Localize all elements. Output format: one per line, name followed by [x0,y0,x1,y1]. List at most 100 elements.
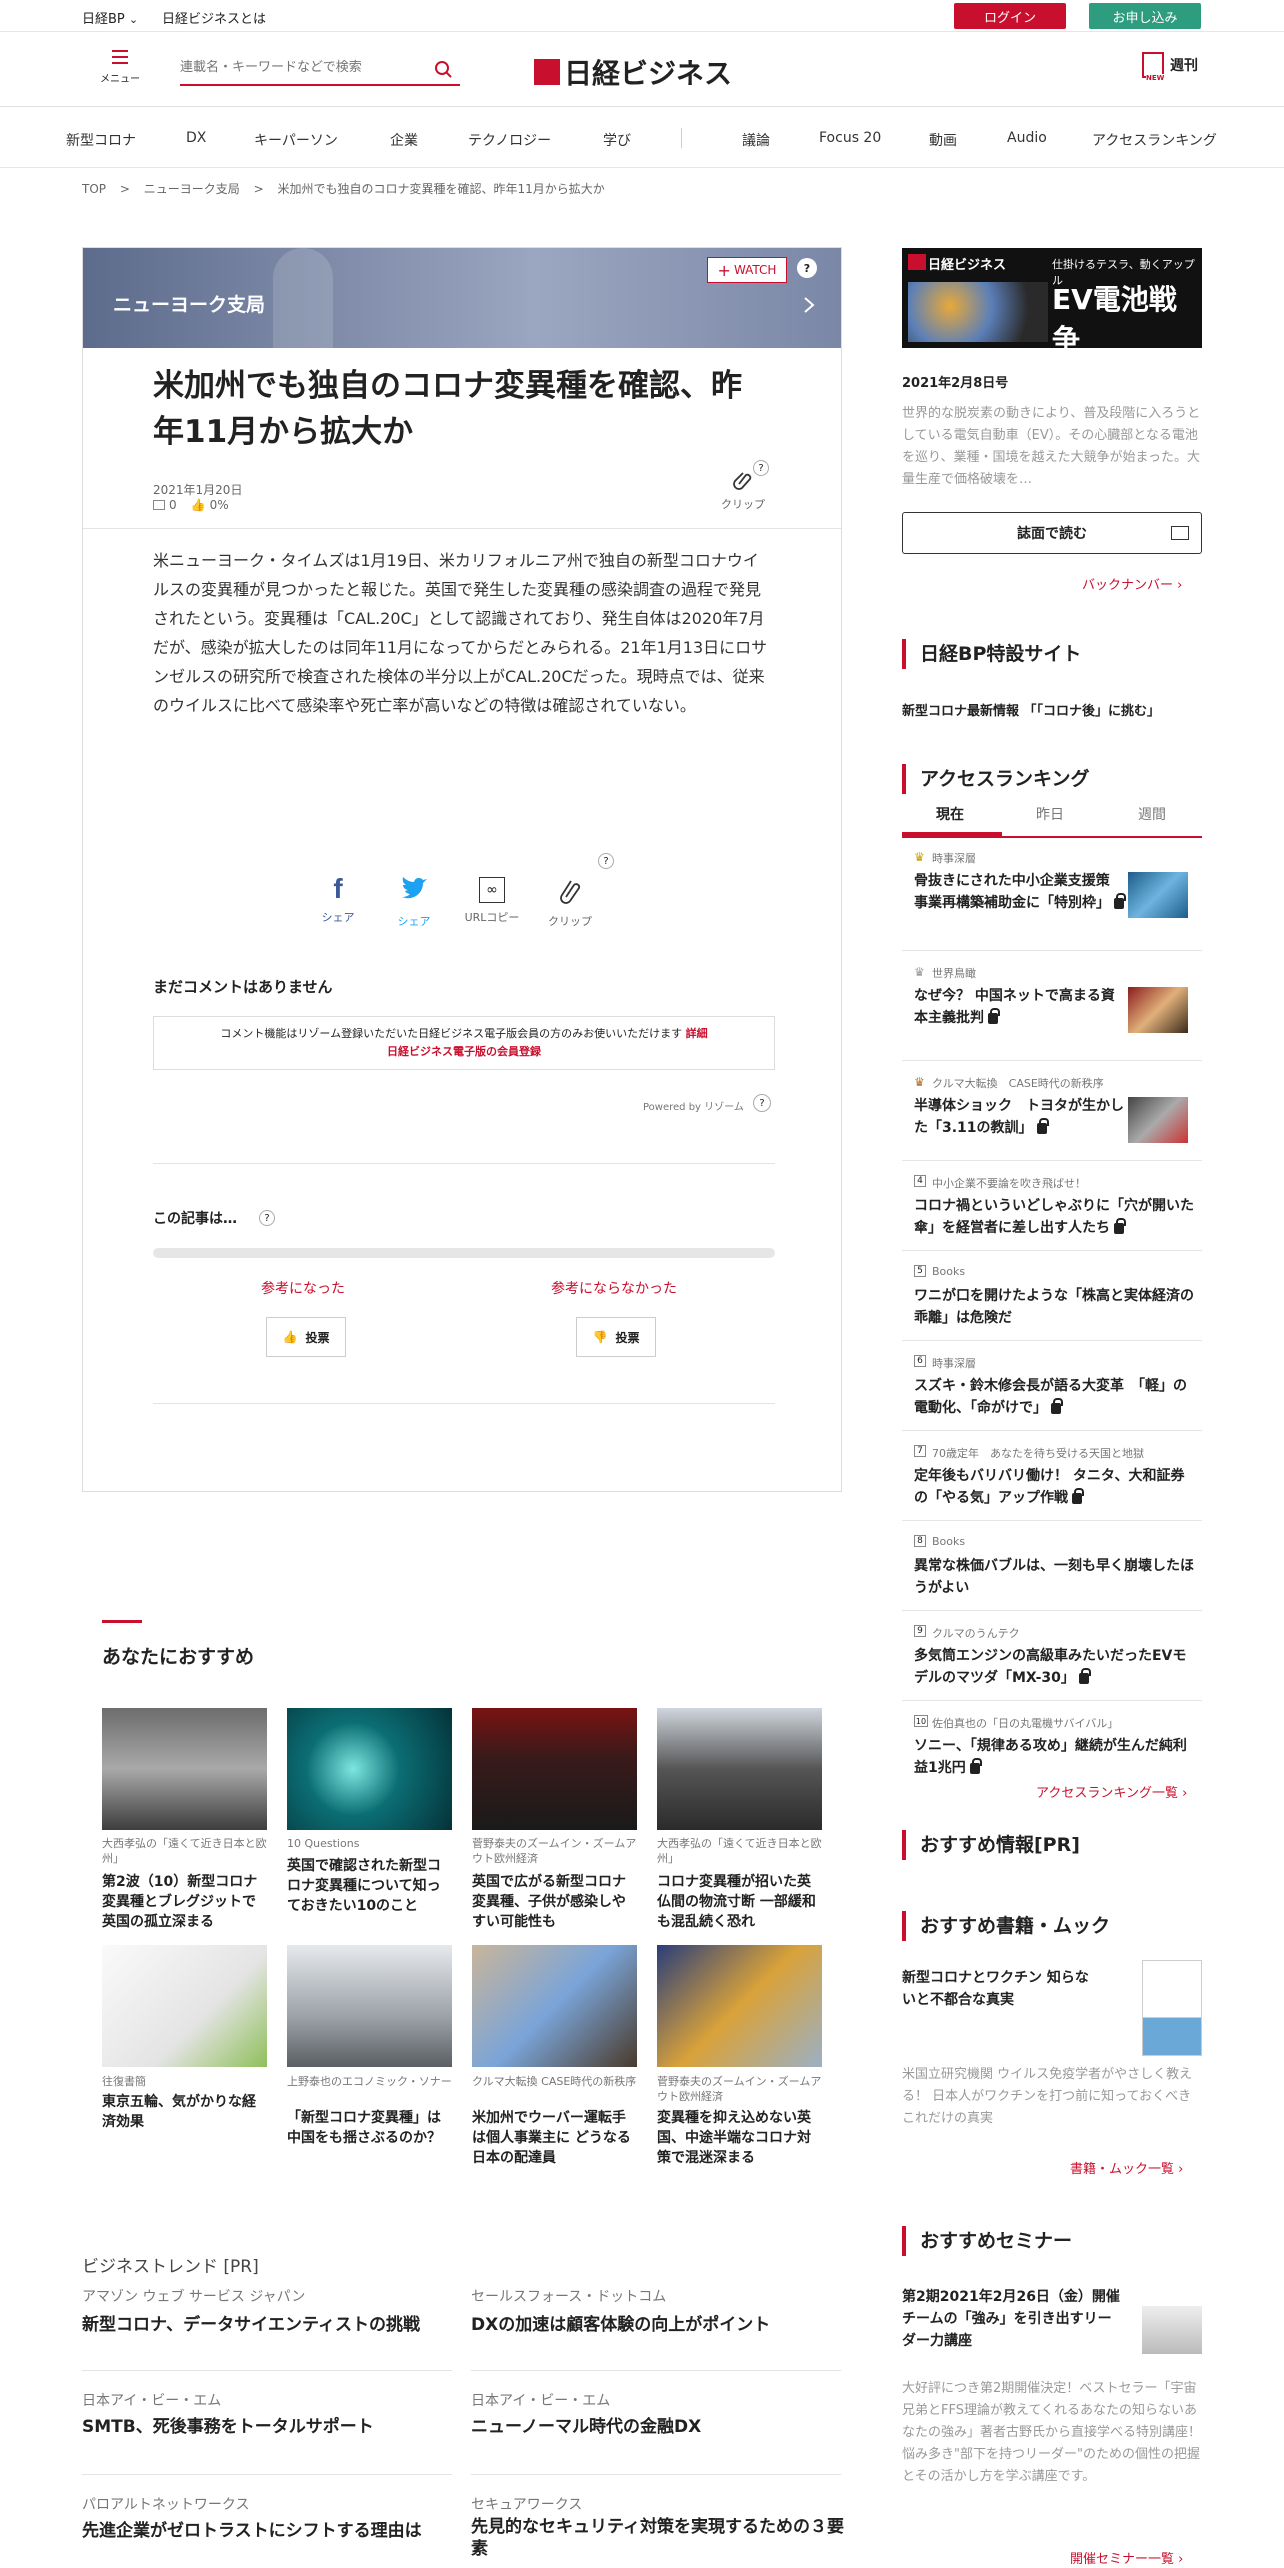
nav-item-debate[interactable]: 議論 [742,130,770,150]
site-logo[interactable]: 日経ビジネス [534,52,732,92]
trend-title[interactable]: 先見的なセキュリティ対策を実現するための３要素 [471,2516,851,2560]
breadcrumb-section[interactable]: ニューヨーク支局 [144,182,240,196]
nav-item-ranking[interactable]: アクセスランキング [1092,130,1217,150]
lock-icon [969,1757,982,1774]
detail-link[interactable]: 詳細 [686,1027,708,1040]
trend-title[interactable]: DXの加速は顧客体験の向上がポイント [471,2310,770,2335]
powered-help-icon[interactable]: ? [753,1094,771,1112]
recommend-image[interactable] [287,1708,452,1830]
recommend-title[interactable]: 第2波（10）新型コロナ変異種とブレグジットで英国の孤立深まる [102,1872,267,1932]
twitter-share[interactable]: シェア [379,873,449,929]
watch-help-icon[interactable]: ? [797,258,817,278]
special-site-link[interactable]: 新型コロナ最新情報 「「コロナ後」に挑む」 [902,700,1160,719]
chevron-right-icon: › [1178,2162,1184,2177]
vote-helpful-button[interactable]: 👍 投票 [266,1317,346,1357]
share-help-icon[interactable]: ? [598,853,614,869]
tab-weekly[interactable]: 週間 [1138,804,1166,824]
recommend-image[interactable] [287,1945,452,2067]
trend-title[interactable]: SMTB、死後事務をトータルサポート [82,2412,374,2437]
section-banner[interactable]: ニューヨーク支局 + WATCH ? [83,248,841,348]
ranking-item[interactable]: ♛ 時事深層 骨抜きにされた中小企業支援策 事業再構築補助金に「特別枠」 [902,846,1202,951]
nav-item-company[interactable]: 企業 [390,130,418,150]
recommend-title[interactable]: 米加州でウーバー運転手は個人事業主に どうなる日本の配達員 [472,2108,637,2168]
recommend-image[interactable] [102,1945,267,2067]
no-comments-heading: まだコメントはありません [153,978,333,996]
tab-yesterday[interactable]: 昨日 [1036,804,1064,824]
clip-help-icon[interactable]: ? [753,460,769,476]
recommend-title[interactable]: 英国で確認された新型コロナ変異種について知っておきたい10のこと [287,1856,452,1916]
backnumber-link[interactable]: バックナンバー › [1082,574,1182,593]
ranking-thumbnail [1128,872,1188,918]
vote-not-helpful-button[interactable]: 👎 投票 [576,1317,656,1357]
ad-logo: 日経ビジネス [928,258,1007,273]
recommend-image[interactable] [657,1945,822,2067]
chevron-right-icon[interactable] [803,296,815,314]
nav-item-focus20[interactable]: Focus 20 [819,130,881,146]
nav-item-keyperson[interactable]: キーパーソン [254,130,338,150]
menu-button[interactable]: メニュー [100,48,140,88]
recommend-title[interactable]: 東京五輪、気がかりな経済効果 [102,2092,267,2132]
breadcrumb-top[interactable]: TOP [82,182,106,196]
clip-button[interactable]: クリップ [713,470,773,512]
url-copy-button[interactable]: ∞ URLコピー [457,873,527,925]
trend-sponsor: 日本アイ・ビー・エム [471,2393,611,2409]
seminar-more-link[interactable]: 開催セミナー一覧 › [1070,2548,1183,2567]
nav-item-dx[interactable]: DX [186,130,206,146]
survey-help-icon[interactable]: ? [259,1210,275,1226]
tab-now[interactable]: 現在 [936,804,970,824]
search-input[interactable] [180,52,420,82]
book-title[interactable]: 新型コロナとワクチン 知らないと不都合な真実 [902,1967,1102,2011]
recommend-title[interactable]: コロナ変異種が招いた英仏間の物流寸断 一部緩和も混乱続く恐れ [657,1872,822,1932]
recommend-title[interactable]: 「新型コロナ変異種」は中国をも揺さぶるのか？ [287,2108,452,2148]
magazine-ad[interactable]: 日経ビジネス 仕掛けるテスラ、動くアップル EV電池戦争 [902,248,1202,356]
recommend-image[interactable] [472,1708,637,1830]
nav-item-video[interactable]: 動画 [929,130,957,150]
nav-item-corona[interactable]: 新型コロナ [66,130,136,150]
recommend-image[interactable] [102,1708,267,1830]
read-issue-button[interactable]: 誌面で読む [902,512,1202,554]
recommend-title[interactable]: 変異種を抑え込めない英国、中途半端なコロナ対策で混迷深まる [657,2108,822,2168]
ranking-item[interactable]: 6 時事深層 スズキ・鈴木修会長が語る大変革 「軽」の電動化、「命がけで」 [902,1341,1202,1431]
about-link[interactable]: 日経ビジネスとは [162,8,266,27]
recommend-title[interactable]: 英国で広がる新型コロナ変異種、子供が感染しやすい可能性も [472,1872,637,1932]
ranking-item[interactable]: 9 クルマのうんテク 多気筒エンジンの高級車みたいだったEVモデルのマツダ「MX… [902,1611,1202,1701]
trend-title[interactable]: 先進企業がゼロトラストにシフトする理由は [82,2516,422,2541]
trend-title[interactable]: 新型コロナ、データサイエンティストの挑戦 [82,2310,420,2335]
trend-heading: ビジネストレンド [PR] [82,2257,259,2277]
recommend-image[interactable] [472,1945,637,2067]
apply-button[interactable]: お申し込み [1089,3,1201,29]
trend-sponsor: セールスフォース・ドットコム [471,2289,667,2305]
ranking-item[interactable]: 10 佐伯真也の「日の丸電機サバイバル」 ソニー、「規律ある攻め」継続が生んだ純… [902,1701,1202,1786]
seminar-title[interactable]: 第2期2021年2月26日（金）開催 チームの「強み」を引き出すリーダー力講座 [902,2286,1122,2352]
register-link[interactable]: 日経ビジネス電子版の会員登録 [387,1045,541,1058]
rank-number: 7 [914,1445,926,1457]
ranking-item[interactable]: 5 Books ワニが口を開けたような「株高と実体経済の乖離」は危険だ [902,1251,1202,1341]
search-box[interactable] [180,52,460,86]
rank-number: 4 [914,1175,926,1187]
ranking-item[interactable]: 8 Books 異常な株価バブルは、一刻も早く崩壊したほうがよい [902,1521,1202,1611]
lock-icon [1051,1397,1063,1414]
ranking-item[interactable]: ♛ 世界鳥瞰 なぜ今？ 中国ネットで高まる資本主義批判 [902,951,1202,1061]
nav-item-learn[interactable]: 学び [603,130,631,150]
nav-item-technology[interactable]: テクノロジー [468,130,551,150]
ranking-item[interactable]: ♛ クルマ大転換 CASE時代の新秩序 半導体ショック トヨタが生かした「3.1… [902,1061,1202,1161]
watch-button[interactable]: + WATCH [707,257,787,283]
pr-heading: おすすめ情報[PR] [902,1830,1202,1860]
share-clip-button[interactable]: クリップ [535,873,605,929]
recommend-category: 大西孝弘の「遠くて近き日本と欧州」 [102,1837,267,1865]
recommend-category: クルマ大転換 CASE時代の新秩序 [472,2075,637,2088]
ranking-item[interactable]: 7 70歳定年 あなたを待ち受ける天国と地獄 定年後もバリバリ働け！ タニタ、大… [902,1431,1202,1521]
facebook-share[interactable]: f シェア [303,873,373,925]
books-more-link[interactable]: 書籍・ムック一覧 › [1070,2158,1183,2177]
recommend-image[interactable] [657,1708,822,1830]
search-icon[interactable] [434,60,452,78]
book-cover[interactable] [1142,1960,1202,2056]
weekly-link[interactable]: NEW 週刊 [1142,52,1198,82]
ranking-item[interactable]: 4 中小企業不要論を吹き飛ばせ！ コロナ禍といういどしゃぶりに「穴が開いた傘」を… [902,1161,1202,1251]
ranking-more-link[interactable]: アクセスランキング一覧 › [1036,1782,1187,1801]
nav-item-audio[interactable]: Audio [1007,130,1047,146]
login-button[interactable]: ログイン [954,3,1066,29]
nikkeibp-link[interactable]: 日経BP ⌄ [82,8,138,27]
comment-notice: コメント機能はリゾーム登録いただいた日経ビジネス電子版会員の方のみお使いいただけ… [153,1016,775,1070]
trend-title[interactable]: ニューノーマル時代の金融DX [471,2412,701,2437]
